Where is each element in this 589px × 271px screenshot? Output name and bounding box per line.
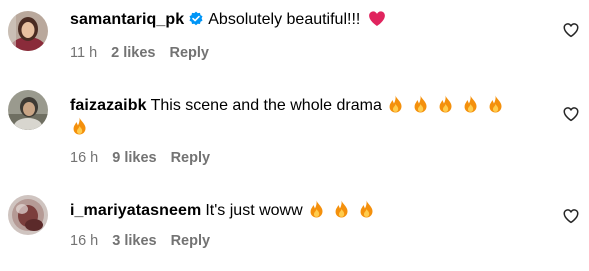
comment-item: i_mariyatasneem It's just woww 16 h 3 like…	[0, 180, 589, 271]
fire-emoji	[438, 95, 453, 120]
heart-outline-icon[interactable]	[562, 207, 580, 225]
fire-emoji	[334, 200, 349, 225]
comment-line: samantariq_pk Absolutely beautiful!!!	[70, 9, 386, 34]
comment-text: This scene and the whole drama	[150, 97, 382, 114]
heart-outline-icon[interactable]	[562, 105, 580, 123]
comment-line-continued	[72, 117, 87, 142]
comment-likes-count[interactable]: 2 likes	[111, 45, 155, 61]
reply-button[interactable]: Reply	[171, 150, 211, 166]
comment-timestamp[interactable]: 16 h	[70, 233, 98, 249]
fire-emoji	[488, 95, 503, 120]
fire-emoji	[72, 117, 87, 142]
comment-username[interactable]: i_mariyatasneem	[70, 202, 201, 219]
comment-meta: 16 h 9 likes Reply	[70, 149, 224, 167]
comment-likes-count[interactable]: 3 likes	[112, 233, 156, 249]
comment-likes-count[interactable]: 9 likes	[112, 150, 156, 166]
fire-emoji	[359, 200, 374, 225]
comment-timestamp[interactable]: 16 h	[70, 150, 98, 166]
fire-emoji	[413, 95, 428, 120]
avatar[interactable]	[8, 11, 48, 51]
comment-text: Absolutely beautiful!!!	[208, 11, 361, 28]
comment-meta: 16 h 3 likes Reply	[70, 232, 224, 250]
heart-outline-icon[interactable]	[562, 21, 580, 39]
reply-button[interactable]: Reply	[170, 45, 210, 61]
fire-emoji	[388, 95, 403, 120]
reply-button[interactable]: Reply	[171, 233, 211, 249]
comment-item: samantariq_pk Absolutely beautiful!!! 11 …	[0, 0, 589, 80]
comment-meta: 11 h 2 likes Reply	[70, 44, 223, 62]
comment-line: i_mariyatasneem It's just woww	[70, 200, 374, 225]
fire-emoji	[463, 95, 478, 120]
comment-text: It's just woww	[205, 202, 303, 219]
comment-username[interactable]: faizazaibk	[70, 97, 147, 114]
comment-timestamp[interactable]: 11 h	[70, 45, 97, 61]
comment-username[interactable]: samantariq_pk	[70, 11, 184, 28]
comment-line: faizazaibk This scene and the whole drama	[70, 95, 503, 120]
comment-item: faizazaibk This scene and the whole drama…	[0, 80, 589, 180]
fire-emoji	[309, 200, 324, 225]
avatar[interactable]	[8, 195, 48, 235]
verified-badge-icon	[188, 11, 204, 34]
avatar[interactable]	[8, 90, 48, 130]
red-heart-emoji	[368, 10, 386, 34]
